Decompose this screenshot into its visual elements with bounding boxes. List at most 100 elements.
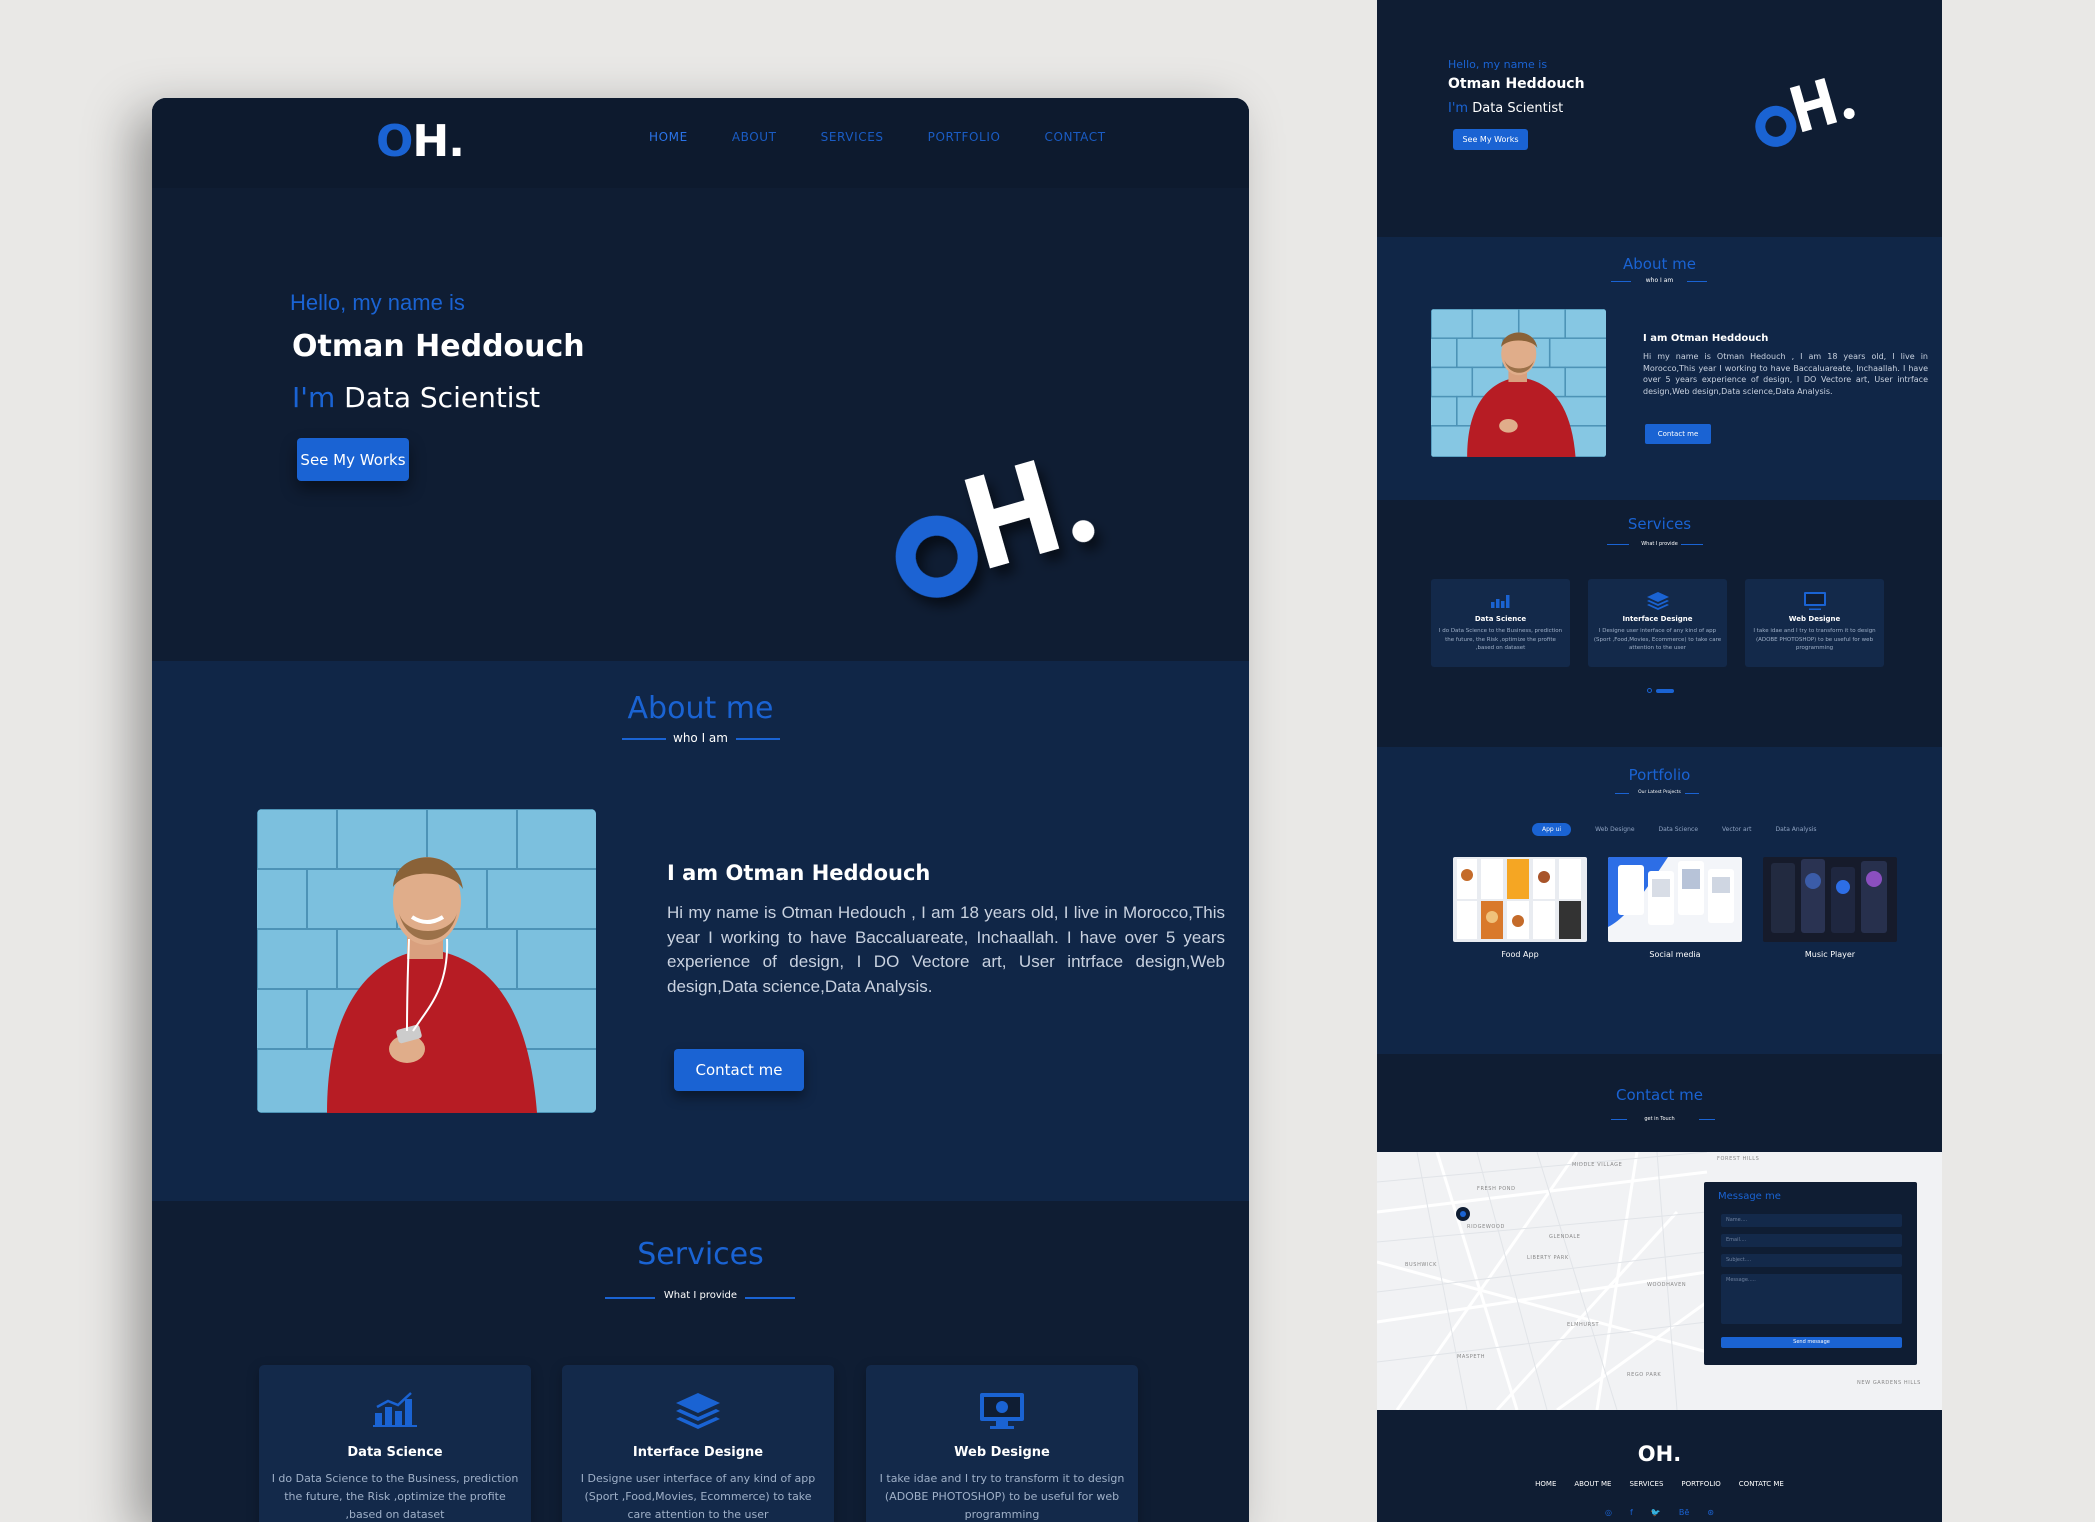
map-label: RIDGEWOOD	[1467, 1224, 1505, 1230]
side-oh-logo	[1755, 78, 1855, 147]
carousel-dot-active[interactable]	[1656, 688, 1674, 693]
portfolio-caption: Food App	[1501, 950, 1539, 959]
desktop-mockup: OH. HOME ABOUT SERVICES PORTFOLIO CONTAC…	[152, 98, 1249, 1522]
facebook-icon[interactable]: f	[1630, 1508, 1633, 1517]
portfolio-caption: Social media	[1649, 950, 1701, 959]
service-desc: I Designe user interface of any kind of …	[580, 1472, 816, 1521]
footer-logo[interactable]: OH.	[1377, 1442, 1942, 1466]
carousel-dot[interactable]	[1647, 688, 1652, 693]
see-my-works-button[interactable]: See My Works	[297, 438, 409, 481]
service-desc: I take idae and I try to transform it to…	[1753, 628, 1876, 651]
about-text: Hi my name is Otman Hedouch , I am 18 ye…	[667, 903, 1225, 996]
side-footer: OH. HOME ABOUT ME SERVICES PORTFOLIO CON…	[1377, 1410, 1942, 1522]
service-title: Interface Designe	[1622, 615, 1693, 623]
hero-role-text: Data Scientist	[344, 381, 541, 414]
location-map[interactable]: MIDDLE VILLAGE FOREST HILLS FRESH POND R…	[1377, 1152, 1942, 1410]
filter-data-science[interactable]: Data Science	[1659, 826, 1699, 833]
contact-me-button[interactable]: Contact me	[674, 1049, 804, 1091]
hero-role-prefix: I'm	[292, 381, 336, 414]
nav-portfolio[interactable]: PORTFOLIO	[928, 130, 1001, 144]
instagram-icon[interactable]: ◎	[1605, 1508, 1612, 1517]
service-title: Web Designe	[954, 1445, 1050, 1460]
service-title: Data Science	[347, 1445, 443, 1460]
side-contact: Contact me get in Touch	[1377, 1054, 1942, 1152]
side-about: About me who I am I am Otman Heddouch Hi…	[1377, 237, 1942, 500]
side-see-my-works-button[interactable]: See My Works	[1453, 129, 1528, 150]
portfolio-thumbnail	[1453, 857, 1587, 942]
footer-contact[interactable]: CONTATC ME	[1739, 1480, 1784, 1488]
side-name: Otman Heddouch	[1448, 76, 1585, 92]
nav-home[interactable]: HOME	[649, 130, 688, 144]
site-logo[interactable]: OH.	[376, 116, 465, 167]
send-message-button[interactable]: Send message	[1721, 1337, 1902, 1348]
divider-line	[1699, 1119, 1715, 1120]
service-card-web-designe[interactable]: Web Designe I take idae and I try to tra…	[866, 1365, 1138, 1522]
footer-about[interactable]: ABOUT ME	[1574, 1480, 1611, 1488]
map-label: NEW GARDENS HILLS	[1857, 1380, 1921, 1386]
side-service-card-web-designe[interactable]: Web Designe I take idae and I try to tra…	[1745, 579, 1884, 667]
big-oh-logo	[895, 460, 1095, 598]
behance-icon[interactable]: Bē	[1679, 1508, 1689, 1517]
email-field[interactable]: Email....	[1721, 1234, 1902, 1247]
portfolio-item-food-app[interactable]: Food App	[1453, 857, 1587, 959]
side-about-heading: I am Otman Heddouch	[1643, 333, 1769, 344]
divider-line	[1681, 544, 1703, 545]
side-service-card-data-science[interactable]: Data Science I do Data Science to the Bu…	[1431, 579, 1570, 667]
chart-icon	[259, 1391, 531, 1431]
side-about-text: Hi my name is Otman Hedouch , I am 18 ye…	[1643, 352, 1928, 396]
footer-links: HOME ABOUT ME SERVICES PORTFOLIO CONTATC…	[1377, 1480, 1942, 1488]
filter-data-analysis[interactable]: Data Analysis	[1776, 826, 1817, 833]
layers-icon	[1588, 591, 1727, 611]
side-hero: Hello, my name is Otman Heddouch I'm Dat…	[1377, 0, 1942, 237]
side-services-subtitle: What I provide	[1641, 541, 1678, 547]
service-desc: I do Data Science to the Business, predi…	[271, 1472, 519, 1521]
filter-web-designe[interactable]: Web Designe	[1595, 826, 1634, 833]
side-role-text: Data Scientist	[1472, 101, 1564, 116]
divider-line	[1687, 281, 1707, 282]
portfolio-item-music-player[interactable]: Music Player	[1763, 857, 1897, 959]
nav-about[interactable]: ABOUT	[732, 130, 777, 144]
monitor-icon	[866, 1391, 1138, 1431]
divider-line	[736, 738, 780, 740]
hero-name: Otman Heddouch	[292, 329, 585, 364]
contact-title: Contact me	[1616, 1086, 1703, 1104]
side-about-subtitle: who I am	[1645, 277, 1674, 284]
dribbble-icon[interactable]: ⊛	[1707, 1508, 1714, 1517]
portfolio-subtitle: Our Latest Projects	[1638, 790, 1681, 795]
portfolio-title: Portfolio	[1628, 766, 1691, 784]
portfolio-item-social-media[interactable]: Social media	[1608, 857, 1742, 959]
nav-contact[interactable]: CONTACT	[1045, 130, 1106, 144]
map-label: BUSHWICK	[1405, 1262, 1438, 1268]
filter-app-ui[interactable]: App ui	[1532, 823, 1572, 836]
footer-home[interactable]: HOME	[1535, 1480, 1556, 1488]
portfolio-thumbnail	[1763, 857, 1897, 942]
twitter-icon[interactable]: 🐦	[1651, 1508, 1661, 1517]
service-desc: I Designe user interface of any kind of …	[1593, 628, 1722, 651]
logo-o: O	[376, 116, 413, 167]
map-label: FOREST HILLS	[1717, 1156, 1760, 1162]
footer-services[interactable]: SERVICES	[1629, 1480, 1663, 1488]
side-contact-me-button[interactable]: Contact me	[1645, 424, 1711, 444]
footer-portfolio[interactable]: PORTFOLIO	[1681, 1480, 1720, 1488]
service-title: Web Designe	[1788, 615, 1841, 623]
map-label: REGO PARK	[1627, 1372, 1662, 1378]
side-portfolio: Portfolio Our Latest Projects App ui Web…	[1377, 747, 1942, 1054]
navbar: OH. HOME ABOUT SERVICES PORTFOLIO CONTAC…	[152, 98, 1249, 188]
service-desc: I do Data Science to the Business, predi…	[1438, 628, 1563, 651]
carousel-dots[interactable]	[1647, 688, 1674, 693]
side-service-card-interface-designe[interactable]: Interface Designe I Designe user interfa…	[1588, 579, 1727, 667]
about-title: About me	[627, 691, 774, 726]
hero-section: Hello, my name is Otman Heddouch I'm Dat…	[152, 188, 1249, 661]
about-subtitle: who I am	[673, 731, 728, 745]
side-services-title: Services	[1627, 515, 1692, 533]
name-field[interactable]: Name....	[1721, 1214, 1902, 1227]
side-role-prefix: I'm	[1448, 101, 1469, 116]
profile-photo	[257, 809, 596, 1113]
map-label: LIBERTY PARK	[1527, 1255, 1569, 1261]
filter-vector-art[interactable]: Vector art	[1722, 826, 1752, 833]
nav-services[interactable]: SERVICES	[821, 130, 884, 144]
message-field[interactable]: Message.....	[1721, 1274, 1902, 1324]
service-card-interface-designe[interactable]: Interface Designe I Designe user interfa…	[562, 1365, 834, 1522]
service-card-data-science[interactable]: Data Science I do Data Science to the Bu…	[259, 1365, 531, 1522]
subject-field[interactable]: Subject....	[1721, 1254, 1902, 1267]
